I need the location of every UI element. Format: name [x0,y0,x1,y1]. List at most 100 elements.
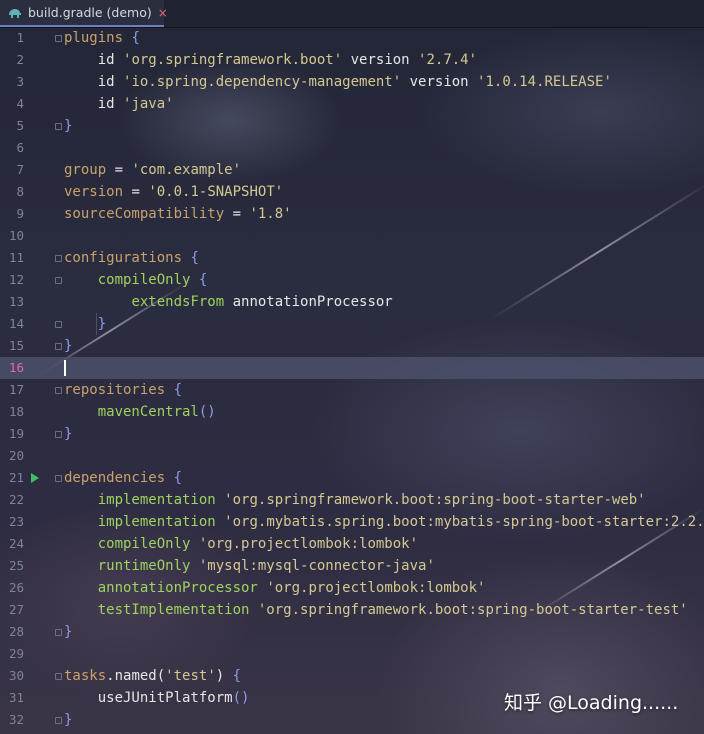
code-line[interactable]: 27 testImplementation 'org.springframewo… [0,599,704,621]
code-token: version [401,74,478,90]
code-token: implementation [97,514,216,530]
line-number: 26 [8,580,24,595]
code-line[interactable]: 7 group = 'com.example' [0,159,704,181]
code-token: } [97,316,107,332]
fold-marker-icon[interactable] [55,387,62,394]
code-line[interactable]: 14 } [0,313,704,335]
code-editor[interactable]: 1 plugins {2 id 'org.springframework.boot… [0,27,704,734]
code-line[interactable]: 3 id 'io.spring.dependency-management' v… [0,71,704,93]
line-number: 17 [8,382,24,397]
code-text: implementation 'org.mybatis.spring.boot:… [64,511,704,533]
code-token: compileOnly [97,536,191,552]
line-number: 10 [8,228,24,243]
code-token: runtimeOnly [97,558,191,574]
code-line[interactable]: 30 tasks.named('test') { [0,665,704,687]
line-number: 32 [8,712,24,727]
code-line[interactable]: 23 implementation 'org.mybatis.spring.bo… [0,511,704,533]
code-token: implementation [97,492,216,508]
code-line[interactable]: 20 [0,445,704,467]
code-token: annotationProcessor [97,580,258,596]
code-token: annotationProcessor [224,294,393,310]
fold-marker-icon[interactable] [55,321,62,328]
code-text: mavenCentral() [64,401,216,423]
code-token: 'org.mybatis.spring.boot:mybatis-spring-… [224,514,704,530]
close-icon[interactable]: × [158,6,168,20]
code-line[interactable]: 22 implementation 'org.springframework.b… [0,489,704,511]
code-line[interactable]: 1 plugins { [0,27,704,49]
code-line[interactable]: 9 sourceCompatibility = '1.8' [0,203,704,225]
code-text: version = '0.0.1-SNAPSHOT' [64,181,283,203]
code-token: plugins [64,30,124,46]
fold-marker-icon[interactable] [55,35,62,42]
code-line[interactable]: 5} [0,115,704,137]
code-token: 'org.springframework.boot:spring-boot-st… [257,602,688,618]
code-token: = [106,162,132,178]
line-number: 8 [16,184,24,199]
tab-build-gradle[interactable]: build.gradle (demo) × [0,0,168,27]
fold-marker-icon[interactable] [55,343,62,350]
code-text: group = 'com.example' [64,159,241,181]
fold-marker-icon[interactable] [55,277,62,284]
line-number: 13 [8,294,24,309]
run-gutter-icon[interactable] [31,473,39,483]
code-line[interactable]: 6 [0,137,704,159]
code-token: compileOnly [97,272,191,288]
code-line[interactable]: 13 extendsFrom annotationProcessor [0,291,704,313]
fold-marker-icon[interactable] [55,475,62,482]
code-line[interactable]: 12 compileOnly { [0,269,704,291]
code-token: id [64,74,124,90]
code-line[interactable]: 19} [0,423,704,445]
code-token: '1.8' [249,206,292,222]
fold-marker-icon[interactable] [55,255,62,262]
code-line[interactable]: 4 id 'java' [0,93,704,115]
code-line[interactable]: 26 annotationProcessor 'org.projectlombo… [0,577,704,599]
code-line[interactable]: 8 version = '0.0.1-SNAPSHOT' [0,181,704,203]
line-number: 4 [16,96,24,111]
code-token: version [64,184,124,200]
code-token: '2.7.4' [418,52,478,68]
code-text: } [64,335,72,357]
fold-marker-icon[interactable] [55,629,62,636]
code-text: } [64,709,72,731]
code-token: '1.0.14.RELEASE' [477,74,612,90]
code-token: version [342,52,419,68]
code-line[interactable]: 21 dependencies { [0,467,704,489]
code-token: 'org.projectlombok:lombok' [266,580,486,596]
code-line[interactable]: 29 [0,643,704,665]
code-line[interactable]: 16 [0,357,704,379]
fold-marker-icon[interactable] [55,717,62,724]
code-line[interactable]: 24 compileOnly 'org.projectlombok:lombok… [0,533,704,555]
code-token: } [64,118,73,134]
fold-marker-icon[interactable] [55,431,62,438]
code-token: dependencies [64,470,166,486]
code-text: compileOnly { [64,269,208,291]
code-token: mavenCentral [97,404,199,420]
code-line[interactable]: 25 runtimeOnly 'mysql:mysql-connector-ja… [0,555,704,577]
text-caret [64,360,66,376]
code-text: id 'org.springframework.boot' version '2… [64,49,477,71]
code-line[interactable]: 28} [0,621,704,643]
code-text: compileOnly 'org.projectlombok:lombok' [64,533,418,555]
code-line[interactable]: 18 mavenCentral() [0,401,704,423]
line-number: 7 [16,162,24,177]
code-token: () [198,404,216,420]
code-text: } [64,423,72,445]
watermark: 知乎 @Loading...... [504,692,679,714]
code-line[interactable]: 10 [0,225,704,247]
code-line[interactable]: 11 configurations { [0,247,704,269]
code-line[interactable]: 2 id 'org.springframework.boot' version … [0,49,704,71]
code-line[interactable]: 15} [0,335,704,357]
fold-marker-icon[interactable] [55,673,62,680]
line-number: 2 [16,52,24,67]
fold-marker-icon[interactable] [55,123,62,130]
code-line[interactable]: 17 repositories { [0,379,704,401]
gradle-elephant-icon [8,7,22,19]
code-token: sourceCompatibility [64,206,225,222]
